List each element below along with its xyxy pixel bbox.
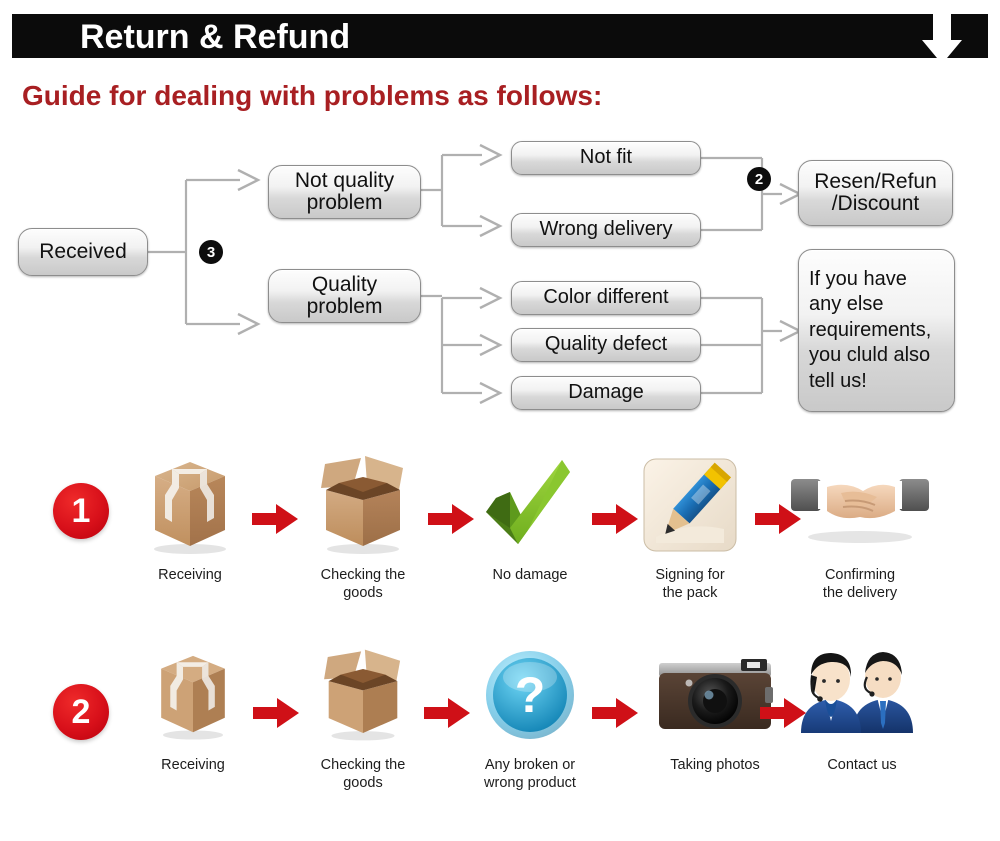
process-step-label: No damage (492, 567, 568, 583)
process-step-label: Checking the goods (320, 757, 406, 792)
guide-heading: Guide for dealing with problems as follo… (22, 80, 603, 111)
flow-badge-three: 3 (200, 241, 222, 263)
page-title: Return & Refund (80, 18, 351, 56)
flow-node-not-fit-label: Not fit (579, 146, 633, 169)
flow-node-quality-problem[interactable]: Quality problem (268, 269, 421, 323)
process-step[interactable]: Receiving (118, 640, 268, 774)
handshake-icon (785, 450, 935, 560)
process-step-label: Signing for the pack (655, 567, 725, 602)
camera-icon (640, 640, 790, 750)
flow-node-any-else-requirements-label: If you have any else requirements, you clul… (809, 267, 932, 392)
flow-node-not-fit[interactable]: Not fit (511, 141, 701, 175)
process-step[interactable]: ? Any broken or wrong product (455, 640, 605, 792)
svg-text:?: ? (515, 667, 546, 723)
flow-node-not-quality-problem-label: Not quality problem (294, 168, 395, 214)
process-row-1-number: 1 (53, 483, 109, 539)
closed-box-icon (115, 450, 265, 560)
process-step-label: Confirming the delivery (822, 567, 898, 602)
support-agents-icon (787, 640, 937, 750)
flow-node-received[interactable]: Received (18, 228, 148, 276)
red-arrow-icon (592, 696, 638, 730)
process-step[interactable]: Contact us (787, 640, 937, 774)
process-step[interactable]: Confirming the delivery (785, 450, 935, 602)
process-step-label: Taking photos (670, 757, 760, 773)
process-step-label: Receiving (161, 757, 225, 773)
flow-node-damage[interactable]: Damage (511, 376, 701, 410)
flow-node-received-label: Received (39, 239, 127, 263)
flow-node-quality-defect-label: Quality defect (544, 333, 668, 356)
process-step[interactable]: Checking the goods (288, 640, 438, 792)
process-step-label: Contact us (827, 757, 897, 773)
flow-node-wrong-delivery-label: Wrong delivery (539, 218, 673, 241)
pencil-sign-icon (615, 450, 765, 560)
process-row-2-number: 2 (53, 684, 109, 740)
flow-node-any-else-requirements[interactable]: If you have any else requirements, you clul… (798, 249, 955, 412)
process-step[interactable]: No damage (455, 450, 605, 584)
process-step-label: Receiving (158, 567, 222, 583)
flow-node-color-different[interactable]: Color different (511, 281, 701, 315)
closed-box-icon (118, 640, 268, 750)
down-arrow-icon (922, 14, 962, 64)
process-step[interactable]: Receiving (115, 450, 265, 584)
flow-node-wrong-delivery[interactable]: Wrong delivery (511, 213, 701, 247)
open-box-icon (288, 450, 438, 560)
process-step[interactable]: Checking the goods (288, 450, 438, 602)
process-step[interactable]: Signing for the pack (615, 450, 765, 602)
flowchart: .ln{stroke:#b0b0b0;stroke-width:2.2;fill… (0, 128, 1000, 428)
flow-node-quality-problem-label: Quality problem (306, 272, 383, 318)
process-step-label: Any broken or wrong product (484, 757, 576, 792)
flow-node-quality-defect[interactable]: Quality defect (511, 328, 701, 362)
process-step-label: Checking the goods (320, 567, 406, 602)
question-mark-icon: ? (455, 640, 605, 750)
flow-node-color-different-label: Color different (543, 286, 669, 309)
flow-node-damage-label: Damage (568, 381, 644, 404)
process-row-2: 2 Receiving Checking the goods ? Any bro… (0, 648, 1000, 838)
flow-node-not-quality-problem[interactable]: Not quality problem (268, 165, 421, 219)
green-check-icon (455, 450, 605, 560)
page-root: Return & Refund Guide for dealing with p… (0, 0, 1000, 841)
flow-badge-two: 2 (748, 168, 770, 190)
open-box-icon (288, 640, 438, 750)
process-row-1: 1 Receiving Checking the goods No damage… (0, 450, 1000, 640)
flow-node-resend-refund-discount[interactable]: Resen/Refun/Discount (798, 160, 953, 226)
flow-node-resend-refund-discount-label: Resen/Refun/Discount (814, 169, 937, 215)
